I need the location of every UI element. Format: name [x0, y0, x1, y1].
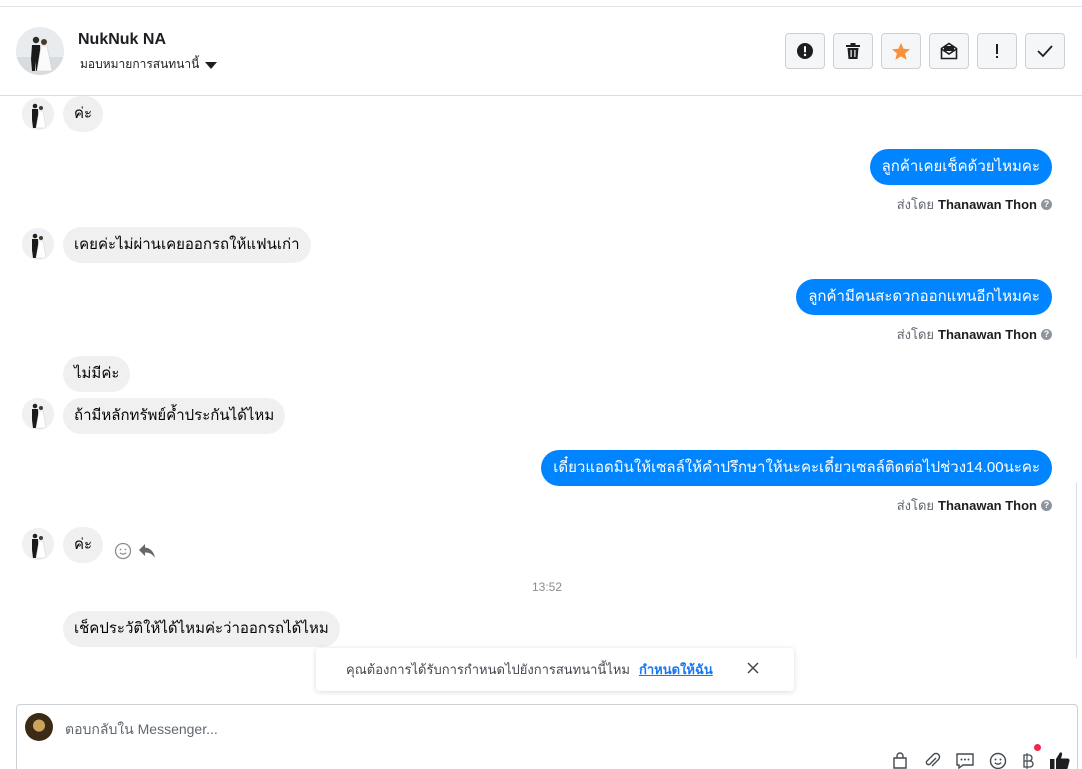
outgoing-message[interactable]: ลูกค้ามีคนสะดวกออกแทนอีกไหมคะ — [796, 279, 1052, 315]
incoming-message[interactable]: เช็คประวัติให้ได้ไหมค่ะว่าออกรถได้ไหม — [63, 611, 340, 647]
sender-name: Thanawan Thon — [938, 327, 1037, 342]
exclamation-circle-icon — [797, 43, 813, 59]
sent-by-label: ส่งโดย Thanawan Thon ? — [897, 194, 1052, 215]
react-smiley-icon[interactable] — [114, 542, 132, 560]
message-thread[interactable]: ค่ะ ลูกค้าเคยเช็คด้วยไหมคะ ส่งโดย Thanaw… — [0, 96, 1082, 704]
incoming-message[interactable]: ถ้ามีหลักทรัพย์ค้ำประกันได้ไหม — [63, 398, 286, 434]
contact-avatar-small — [22, 398, 54, 430]
reply-composer[interactable]: ตอบกลับใน Messenger... — [16, 704, 1078, 769]
outgoing-message[interactable]: เดี๋ยวแอดมินให้เซลล์ให้คำปรึกษาให้นะคะเด… — [541, 450, 1052, 486]
page-avatar — [25, 713, 53, 741]
incoming-message[interactable]: ค่ะ — [63, 527, 104, 563]
exclamation-icon — [996, 44, 998, 58]
star-button[interactable] — [881, 33, 921, 69]
sent-by-prefix: ส่งโดย — [896, 498, 935, 513]
conversation-header: NukNuk NA มอบหมายการสนทนานี้ — [0, 7, 1082, 96]
attachment-icon[interactable] — [923, 752, 941, 769]
contact-avatar-small — [22, 528, 54, 560]
top-border — [0, 0, 1082, 7]
sent-by-prefix: ส่งโดย — [896, 327, 935, 342]
sent-by-label: ส่งโดย Thanawan Thon ? — [897, 495, 1052, 516]
contact-avatar[interactable] — [16, 27, 64, 75]
contact-avatar-small — [22, 228, 54, 260]
reply-input[interactable]: ตอบกลับใน Messenger... — [65, 719, 218, 741]
notification-dot — [1034, 744, 1041, 751]
emoji-icon[interactable] — [989, 752, 1007, 769]
envelope-open-icon — [940, 42, 958, 60]
composer-toolbar — [891, 744, 1071, 769]
assign-conversation-dropdown[interactable]: มอบหมายการสนทนานี้ — [80, 55, 218, 74]
caret-down-icon — [205, 61, 218, 69]
incoming-message[interactable]: ไม่มีค่ะ — [63, 356, 131, 392]
trash-icon — [846, 43, 860, 59]
spam-button[interactable] — [785, 33, 825, 69]
help-icon[interactable]: ? — [1041, 500, 1052, 511]
like-thumb-icon[interactable] — [1049, 751, 1071, 769]
incoming-message[interactable]: ค่ะ — [63, 96, 104, 132]
message-timestamp: 13:52 — [531, 580, 563, 594]
contact-name[interactable]: NukNuk NA — [78, 31, 166, 49]
side-panel-edge — [1076, 482, 1082, 658]
payment-baht-icon[interactable] — [1021, 744, 1041, 769]
help-icon[interactable]: ? — [1041, 199, 1052, 210]
toast-text: คุณต้องการได้รับการกำหนดไปยังการสนทนานี้… — [346, 662, 630, 677]
incoming-message[interactable]: เคยค่ะไม่ผ่านเคยออกรถให้แฟนเก่า — [63, 227, 311, 263]
star-icon — [892, 42, 910, 60]
assign-toast: คุณต้องการได้รับการกำหนดไปยังการสนทนานี้… — [316, 648, 794, 691]
contact-avatar-small — [22, 98, 54, 130]
close-icon[interactable] — [746, 661, 760, 678]
mark-unread-button[interactable] — [929, 33, 969, 69]
help-icon[interactable]: ? — [1041, 329, 1052, 340]
conversation-toolbar — [785, 33, 1065, 69]
saved-reply-icon[interactable] — [891, 752, 909, 769]
sent-by-prefix: ส่งโดย — [896, 197, 935, 212]
message-template-icon[interactable] — [955, 752, 975, 769]
sender-name: Thanawan Thon — [938, 498, 1037, 513]
follow-up-button[interactable] — [977, 33, 1017, 69]
reply-icon[interactable] — [138, 543, 156, 559]
message-actions — [114, 542, 156, 560]
assign-label: มอบหมายการสนทนานี้ — [80, 57, 200, 71]
assign-to-me-link[interactable]: กำหนดให้ฉัน — [639, 659, 713, 680]
outgoing-message[interactable]: ลูกค้าเคยเช็คด้วยไหมคะ — [869, 149, 1052, 185]
sent-by-label: ส่งโดย Thanawan Thon ? — [897, 324, 1052, 345]
checkmark-icon — [1037, 45, 1053, 58]
delete-button[interactable] — [833, 33, 873, 69]
mark-done-button[interactable] — [1025, 33, 1065, 69]
sender-name: Thanawan Thon — [938, 197, 1037, 212]
